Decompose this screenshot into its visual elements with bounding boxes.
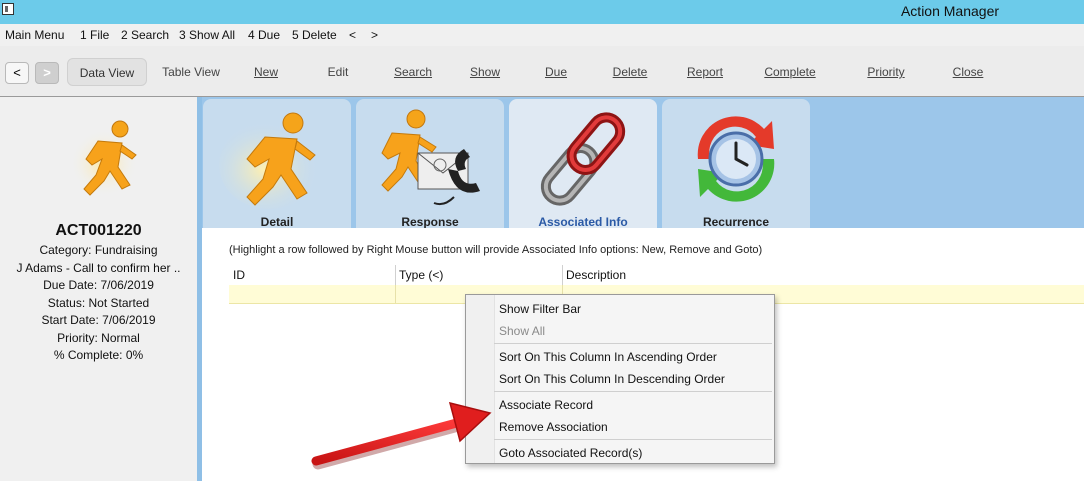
tab-associated-info[interactable]: Associated Info <box>509 99 657 229</box>
record-priority: Priority: Normal <box>57 331 140 345</box>
running-man-icon <box>70 120 138 197</box>
chain-link-icon <box>540 112 626 206</box>
record-category: Category: Fundraising <box>39 243 158 257</box>
record-start-date: Start Date: 7/06/2019 <box>41 313 156 327</box>
toolbar: < > Data View Table View New Edit Search… <box>0 46 1084 97</box>
delete-button[interactable]: Delete <box>606 58 654 86</box>
title-bar: Action Manager <box>0 0 1084 24</box>
menu-file[interactable]: 1 File <box>80 28 109 42</box>
complete-button[interactable]: Complete <box>757 58 823 86</box>
tab-recurrence-label: Recurrence <box>702 215 770 229</box>
back-button[interactable]: < <box>5 62 29 84</box>
clock-cycle-icon <box>697 116 775 202</box>
record-id: ACT001220 <box>55 222 142 239</box>
column-header-id[interactable]: ID <box>233 268 245 282</box>
window-icon <box>2 3 14 15</box>
tab-associated-info-label: Associated Info <box>538 215 628 229</box>
record-due-date: Due Date: 7/06/2019 <box>43 278 154 292</box>
menu-scroll-right[interactable]: > <box>371 28 378 42</box>
column-header-type[interactable]: Type (<) <box>399 268 443 282</box>
menu-separator <box>494 391 772 392</box>
menu-item-sort-ascending[interactable]: Sort On This Column In Ascending Order <box>499 350 717 364</box>
grid-header: ID Type (<) Description <box>229 265 1084 286</box>
edit-button[interactable]: Edit <box>318 58 358 86</box>
data-view-button[interactable]: Data View <box>67 58 147 86</box>
menu-item-show-all[interactable]: Show All <box>499 324 545 338</box>
priority-button[interactable]: Priority <box>858 58 914 86</box>
close-button[interactable]: Close <box>946 58 990 86</box>
menu-search[interactable]: 2 Search <box>121 28 169 42</box>
hint-text: (Highlight a row followed by Right Mouse… <box>229 244 763 256</box>
menu-item-show-filter-bar[interactable]: Show Filter Bar <box>499 302 581 316</box>
menu-item-remove-association[interactable]: Remove Association <box>499 420 608 434</box>
column-divider[interactable] <box>395 265 396 285</box>
window-title: Action Manager <box>900 3 1000 19</box>
menu-item-goto-associated-records[interactable]: Goto Associated Record(s) <box>499 446 642 460</box>
new-button[interactable]: New <box>246 58 286 86</box>
running-man-icon <box>219 112 319 209</box>
search-button[interactable]: Search <box>387 58 439 86</box>
main-menu-bar: Main Menu 1 File 2 Search 3 Show All 4 D… <box>0 24 1084 46</box>
menu-scroll-left[interactable]: < <box>349 28 356 42</box>
menu-main[interactable]: Main Menu <box>5 28 64 42</box>
menu-delete[interactable]: 5 Delete <box>292 28 337 42</box>
record-complete: % Complete: 0% <box>53 348 144 362</box>
show-button[interactable]: Show <box>463 58 507 86</box>
running-man-phone-icon <box>381 109 480 206</box>
column-header-description[interactable]: Description <box>566 268 626 282</box>
tab-detail[interactable]: Detail <box>203 99 351 229</box>
tab-response[interactable]: Response <box>356 99 504 229</box>
report-button[interactable]: Report <box>680 58 730 86</box>
column-divider[interactable] <box>562 265 563 285</box>
tab-detail-label: Detail <box>260 215 294 229</box>
due-button[interactable]: Due <box>536 58 576 86</box>
row-cell-divider <box>395 285 396 303</box>
menu-separator <box>494 439 772 440</box>
menu-item-sort-descending[interactable]: Sort On This Column In Descending Order <box>499 372 725 386</box>
menu-due[interactable]: 4 Due <box>248 28 280 42</box>
menu-separator <box>494 343 772 344</box>
record-status: Status: Not Started <box>47 296 150 310</box>
record-subject: J Adams - Call to confirm her .. <box>16 261 181 275</box>
record-summary-panel: ACT001220 Category: Fundraising J Adams … <box>0 97 197 481</box>
tab-recurrence[interactable]: Recurrence <box>662 99 810 229</box>
red-arrow-annotation <box>311 401 492 470</box>
tab-response-label: Response <box>401 215 459 229</box>
forward-button[interactable]: > <box>35 62 59 84</box>
menu-show-all[interactable]: 3 Show All <box>179 28 235 42</box>
context-menu: Show Filter Bar Show All Sort On This Co… <box>465 294 775 464</box>
table-view-button[interactable]: Table View <box>155 58 227 86</box>
menu-item-associate-record[interactable]: Associate Record <box>499 398 593 412</box>
